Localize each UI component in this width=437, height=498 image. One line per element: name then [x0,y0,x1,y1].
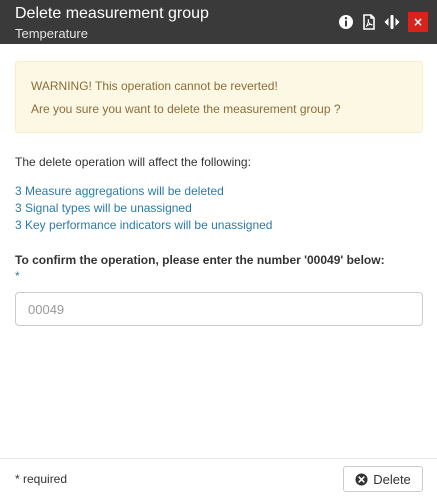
effects-list: 3 Measure aggregations will be deleted 3… [15,183,272,234]
list-item: 3 Signal types will be unassigned [15,201,192,215]
warning-text: WARNING! This operation cannot be revert… [31,79,278,93]
dialog-title: Delete measurement group [15,5,209,22]
close-button[interactable]: × [408,12,428,32]
confirm-label: To confirm the operation, please enter t… [15,253,385,267]
warning-alert: WARNING! This operation cannot be revert… [15,61,423,133]
pdf-icon[interactable] [360,13,378,31]
times-circle-icon [355,472,368,486]
resize-icon[interactable] [383,13,401,31]
delete-button[interactable]: Delete [343,466,423,492]
list-item: 3 Key performance indicators will be una… [15,218,273,232]
confirm-number-input[interactable] [15,292,423,326]
delete-button-label: Delete [373,471,411,487]
warning-question: Are you sure you want to delete the meas… [31,102,341,116]
required-marker: * [15,269,20,283]
list-item: 3 Measure aggregations will be deleted [15,184,224,198]
dialog-footer: * required Delete [0,458,437,498]
dialog-subtitle: Temperature [15,26,88,41]
info-icon[interactable] [337,13,355,31]
affect-description: The delete operation will affect the fol… [15,155,251,169]
required-note: * required [15,472,68,486]
dialog-header: Delete measurement group Temperature × [0,0,437,44]
